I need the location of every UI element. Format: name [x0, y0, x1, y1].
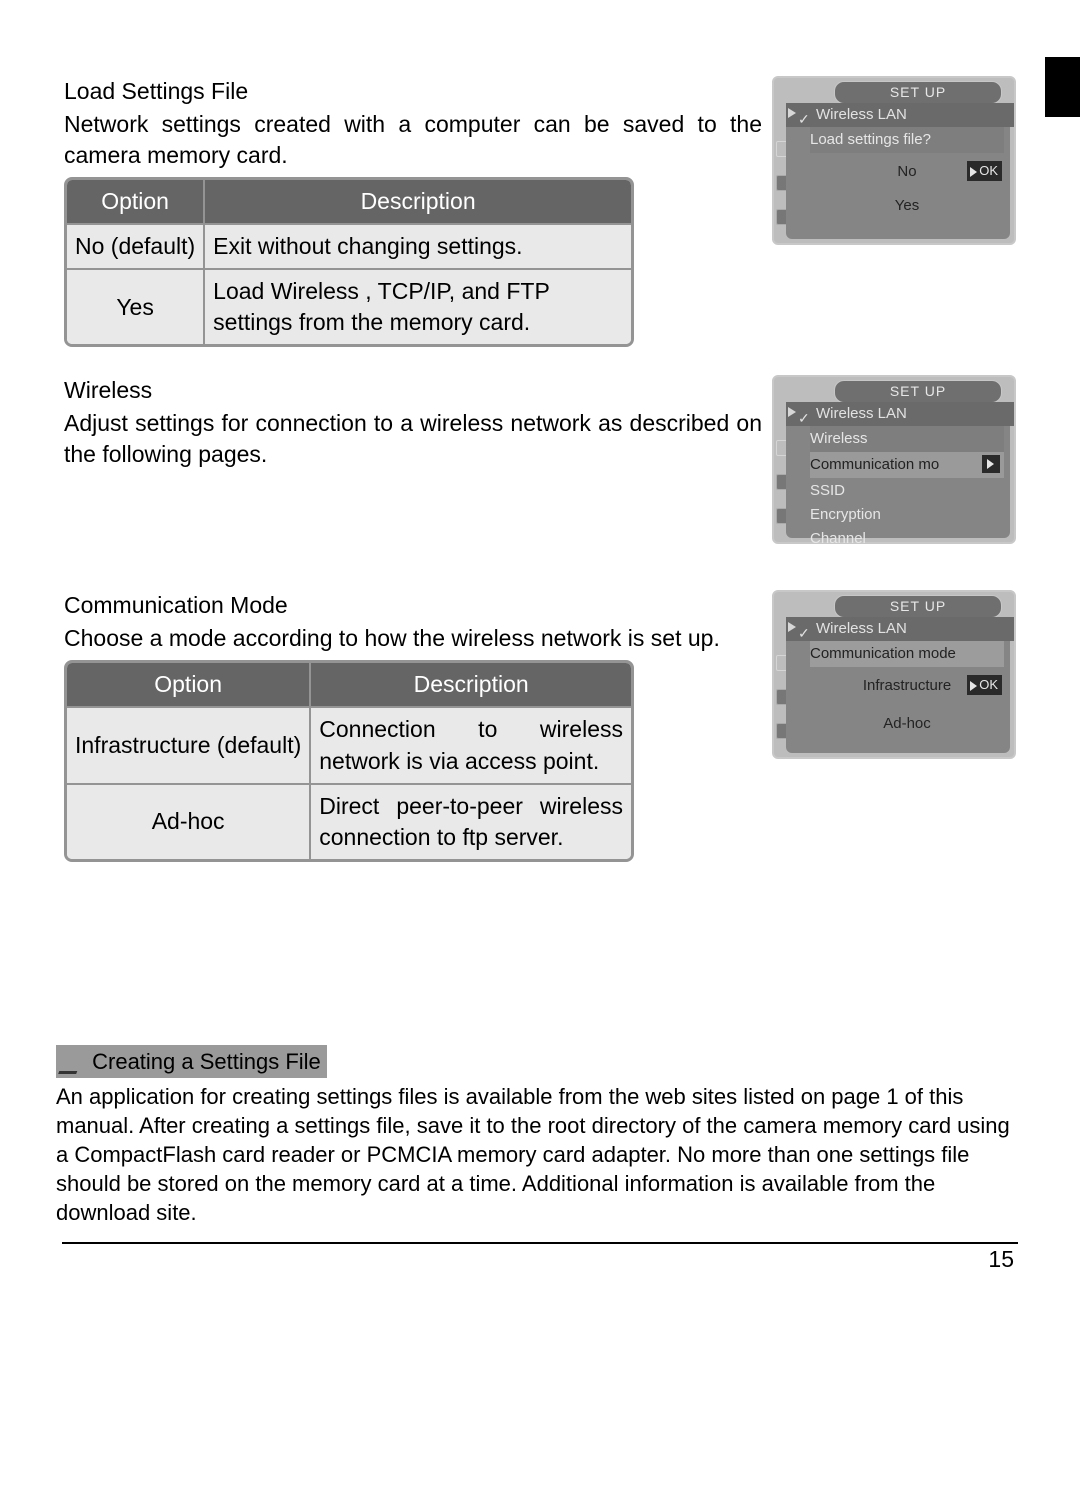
table-cell: Direct peer-to-peer wireless connection …: [311, 783, 631, 859]
table-cell: Yes: [67, 268, 205, 344]
menu-item-no[interactable]: No OK: [810, 159, 1004, 185]
menu-item-infrastructure[interactable]: Infrastructure OK: [810, 673, 1004, 699]
menu-header-text: Wireless LAN: [816, 620, 907, 637]
footnote-title-box: Creating a Settings File: [56, 1045, 327, 1078]
menu-tab: SET UP: [834, 595, 1002, 618]
menu-item-label: Infrastructure: [863, 677, 951, 694]
menu-item-label: Channel: [810, 530, 866, 547]
arrow-right-icon: [982, 455, 1000, 473]
ok-button[interactable]: OK: [967, 675, 1002, 695]
menu-header: ✓ Wireless LAN: [786, 103, 1014, 127]
camera-menu-wireless: SET UP ✓ Wireless LAN Wireless Communica…: [772, 375, 1016, 544]
table-cell: Infrastructure (default): [67, 706, 311, 782]
section-heading: Wireless: [64, 375, 762, 406]
footer-rule: [62, 1242, 1018, 1244]
menu-subtitle: Load settings file?: [810, 127, 1004, 153]
menu-subtitle: Wireless: [810, 426, 1004, 452]
footnote-body: An application for creating settings ﬁle…: [56, 1082, 1016, 1227]
menu-subtitle: Communication mode: [810, 641, 1004, 667]
section-wireless: SET UP ✓ Wireless LAN Wireless Communica…: [64, 375, 1016, 550]
table-header: Description: [311, 663, 631, 706]
table-cell: No (default): [67, 223, 205, 268]
menu-item-ssid[interactable]: SSID: [810, 478, 1004, 504]
pencil-icon: [58, 1053, 84, 1074]
section-paragraph: Choose a mode according to how the wirel…: [64, 623, 762, 654]
footnote-title: Creating a Settings File: [92, 1049, 321, 1074]
menu-item-encryption[interactable]: Encryption: [810, 502, 1004, 528]
menu-item-label: No: [897, 163, 916, 180]
table-header: Option: [67, 180, 205, 223]
section-load-settings-file: SET UP ✓ Wireless LAN Load settings file…: [64, 76, 1016, 347]
page-number: 15: [988, 1244, 1014, 1275]
menu-item-channel[interactable]: Channel: [810, 526, 1004, 550]
side-marker: [1045, 57, 1080, 117]
section-heading: Communication Mode: [64, 590, 762, 621]
table-cell: Ad-hoc: [67, 783, 311, 859]
table-header: Option: [67, 663, 311, 706]
section-communication-mode: SET UP ✓ Wireless LAN Communication mode…: [64, 590, 1016, 861]
table-header: Description: [205, 180, 631, 223]
section-paragraph: Adjust settings for connection to a wire…: [64, 408, 762, 470]
play-icon: [788, 108, 796, 118]
options-table: Option Description Infrastructure (defau…: [64, 660, 634, 861]
section-paragraph: Network settings created with a computer…: [64, 109, 762, 171]
menu-item-label: Communication mo: [810, 456, 939, 473]
section-heading: Load Settings File: [64, 76, 762, 107]
camera-menu-load-settings: SET UP ✓ Wireless LAN Load settings file…: [772, 76, 1016, 245]
play-icon: [788, 622, 796, 632]
menu-item-yes[interactable]: Yes: [810, 193, 1004, 219]
menu-header-text: Wireless LAN: [816, 405, 907, 422]
menu-item-label: Encryption: [810, 506, 881, 523]
play-icon: [788, 407, 796, 417]
camera-menu-comm-mode: SET UP ✓ Wireless LAN Communication mode…: [772, 590, 1016, 759]
menu-tab: SET UP: [834, 380, 1002, 403]
menu-tab: SET UP: [834, 81, 1002, 104]
options-table: Option Description No (default) Exit wit…: [64, 177, 634, 347]
menu-header: ✓ Wireless LAN: [786, 402, 1014, 426]
menu-item-label: Yes: [895, 197, 919, 214]
footnote: Creating a Settings File An application …: [56, 1045, 1016, 1227]
menu-item-label: SSID: [810, 482, 845, 499]
table-cell: Connection to wireless network is via ac…: [311, 706, 631, 782]
ok-button[interactable]: OK: [967, 161, 1002, 181]
menu-item-comm-mode[interactable]: Communication mo: [810, 452, 1004, 478]
table-cell: Load Wireless , TCP/IP, and FTP settings…: [205, 268, 631, 344]
menu-header: ✓ Wireless LAN: [786, 617, 1014, 641]
menu-item-label: Ad-hoc: [883, 715, 931, 732]
table-cell: Exit without changing settings.: [205, 223, 631, 268]
menu-header-text: Wireless LAN: [816, 106, 907, 123]
menu-item-adhoc[interactable]: Ad-hoc: [810, 711, 1004, 737]
